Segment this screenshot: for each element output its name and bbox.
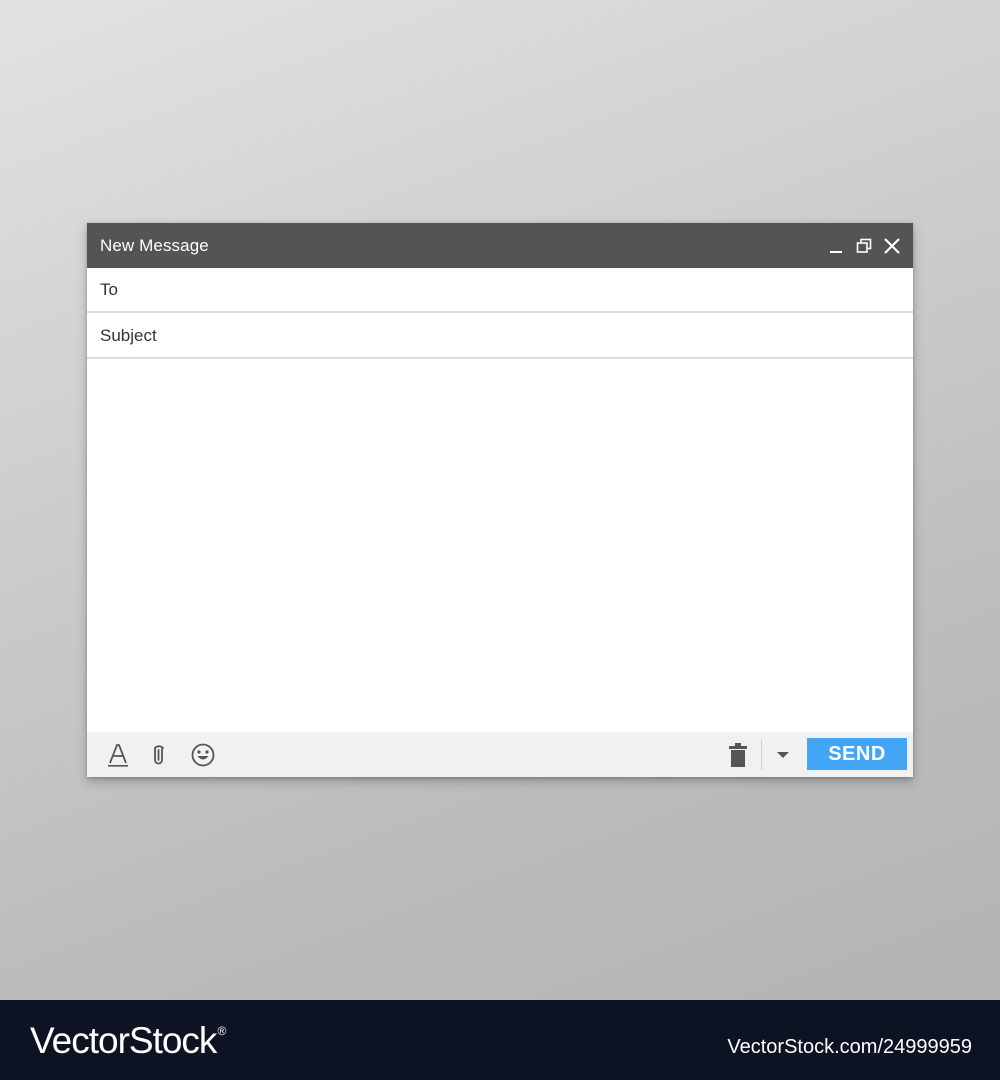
registered-mark: ®: [217, 1024, 226, 1038]
watermark-footer: VectorStock® VectorStock.com/24999959: [0, 1000, 1000, 1080]
brand-text: VectorStock: [30, 1020, 217, 1061]
subject-input[interactable]: [164, 314, 913, 357]
attach-button[interactable]: [145, 741, 173, 769]
emoji-button[interactable]: [189, 741, 217, 769]
emoji-icon: [191, 743, 215, 767]
more-options-button[interactable]: [769, 741, 797, 769]
message-body-input[interactable]: [87, 360, 913, 732]
text-format-icon: [108, 744, 128, 767]
to-label: To: [100, 279, 118, 299]
popout-icon: [856, 238, 872, 253]
compose-titlebar: New Message: [87, 223, 913, 268]
to-field: To: [87, 268, 913, 313]
toolbar-separator: [761, 740, 762, 770]
compose-toolbar: SEND: [87, 732, 913, 777]
background: New Message To Subject SEND: [0, 0, 1000, 1000]
close-icon: [884, 237, 900, 254]
subject-field: Subject: [87, 314, 913, 359]
trash-icon: [729, 743, 747, 767]
window-controls: [827, 223, 901, 268]
text-format-button[interactable]: [104, 741, 132, 769]
to-input[interactable]: [125, 268, 913, 311]
more-options-dropdown-icon: [777, 752, 789, 758]
subject-label: Subject: [100, 325, 157, 345]
vectorstock-logo: VectorStock®: [30, 1020, 226, 1062]
attachment-icon: [154, 745, 164, 765]
image-id-text: VectorStock.com/24999959: [727, 1036, 972, 1058]
minimize-button[interactable]: [827, 237, 845, 255]
minimize-icon: [830, 250, 842, 253]
window-title: New Message: [100, 235, 209, 255]
compose-window: New Message To Subject SEND: [87, 223, 913, 777]
popout-button[interactable]: [855, 237, 873, 255]
close-button[interactable]: [883, 237, 901, 255]
send-button[interactable]: SEND: [807, 738, 907, 770]
discard-button[interactable]: [724, 741, 752, 769]
